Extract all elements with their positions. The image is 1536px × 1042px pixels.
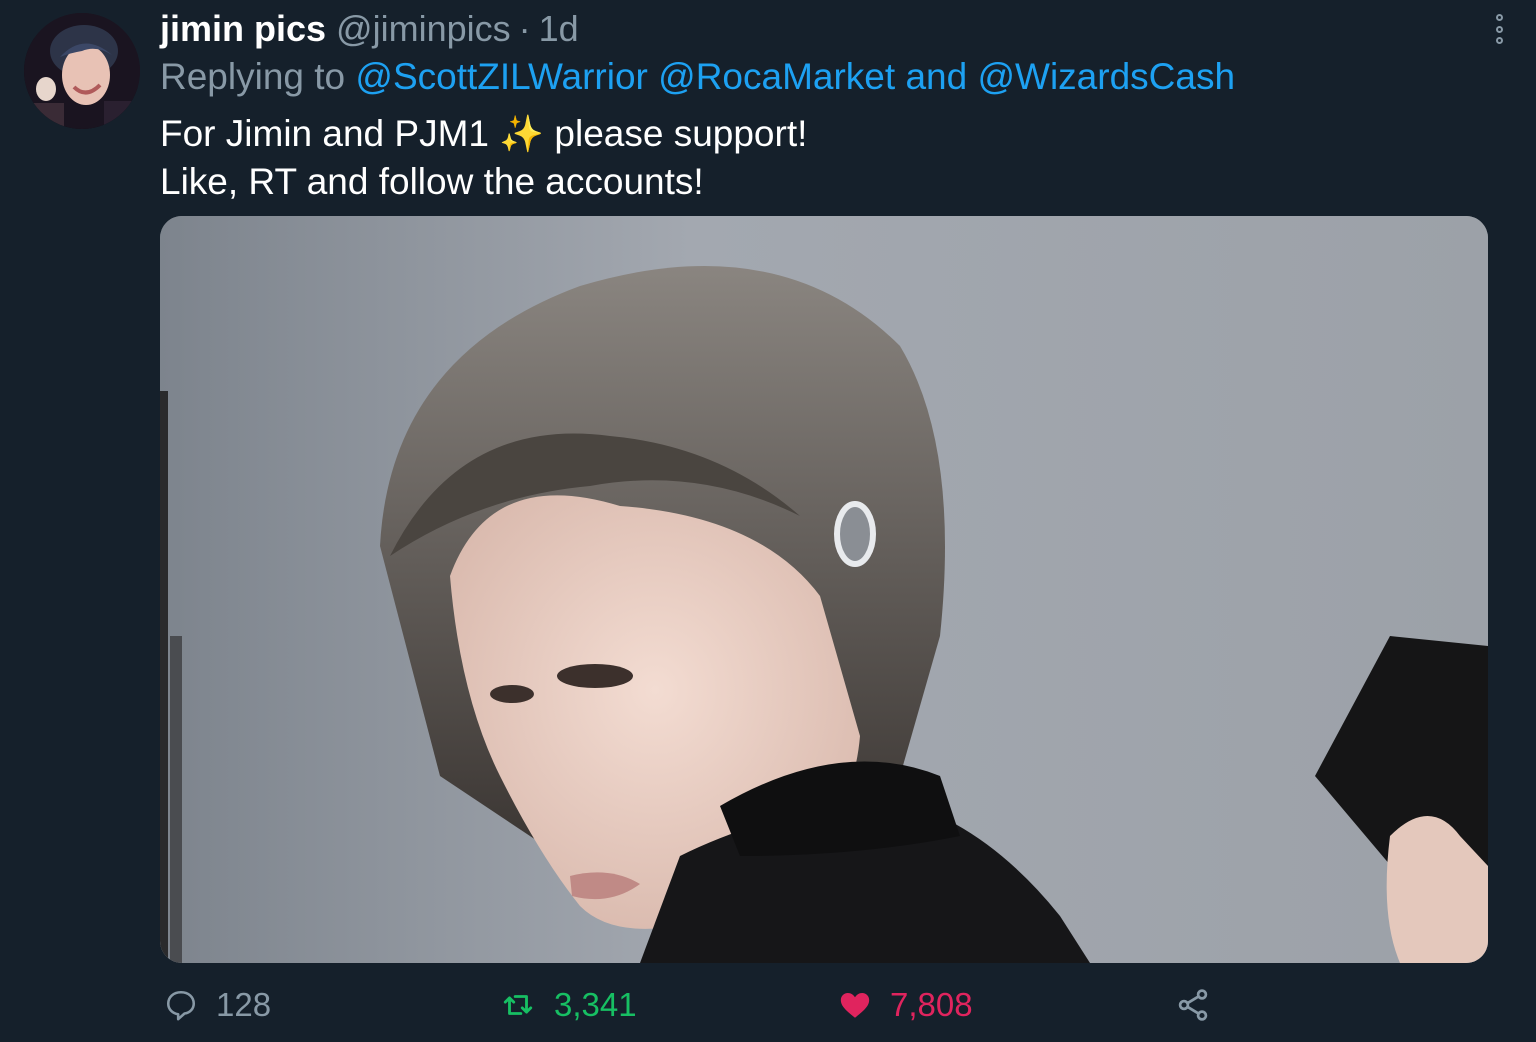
sparkles-emoji-icon: ✨ bbox=[499, 113, 545, 154]
tweet: jimin pics @jiminpics · 1d Replying to @… bbox=[0, 0, 1536, 1042]
retweet-icon bbox=[503, 995, 533, 1015]
retweet-count: 3,341 bbox=[554, 986, 637, 1023]
retweet-button[interactable]: 3,341 bbox=[500, 980, 637, 1030]
tweet-text-line-1-start: For Jimin and PJM1 bbox=[160, 113, 489, 154]
tweet-text-line-1-end: please support! bbox=[554, 113, 808, 154]
tweet-actions: 128 3,341 7,808 bbox=[0, 980, 1536, 1030]
replying-to: Replying to @ScottZILWarrior @RocaMarket… bbox=[160, 56, 1235, 98]
separator-dot: · bbox=[518, 8, 531, 49]
photo-image bbox=[160, 216, 1488, 963]
mention-rocamarket[interactable]: @RocaMarket bbox=[658, 56, 895, 97]
mention-wizardscash[interactable]: @WizardsCash bbox=[977, 56, 1235, 97]
replying-to-conjunction: and bbox=[905, 56, 968, 97]
tweet-text-line-1: For Jimin and PJM1 ✨ please support! bbox=[160, 110, 807, 158]
avatar[interactable] bbox=[24, 13, 140, 129]
timestamp[interactable]: 1d bbox=[539, 8, 579, 50]
tweet-text: For Jimin and PJM1 ✨ please support! Lik… bbox=[160, 110, 807, 206]
heart-icon bbox=[840, 992, 870, 1018]
share-icon bbox=[1178, 989, 1208, 1021]
share-button[interactable] bbox=[1175, 980, 1211, 1030]
mention-scottzilwarrior[interactable]: @ScottZILWarrior bbox=[355, 56, 647, 97]
display-name[interactable]: jimin pics bbox=[160, 8, 326, 50]
tweet-text-line-2: Like, RT and follow the accounts! bbox=[160, 161, 704, 202]
like-button[interactable]: 7,808 bbox=[838, 980, 973, 1030]
reply-icon bbox=[166, 990, 196, 1021]
reply-button[interactable]: 128 bbox=[164, 980, 271, 1030]
reply-count: 128 bbox=[216, 986, 272, 1023]
like-count: 7,808 bbox=[890, 986, 973, 1023]
tweet-photo[interactable] bbox=[160, 216, 1488, 963]
replying-to-label: Replying to bbox=[160, 56, 346, 97]
tweet-header: jimin pics @jiminpics · 1d bbox=[160, 8, 579, 50]
user-handle[interactable]: @jiminpics bbox=[336, 8, 511, 50]
more-options-icon[interactable] bbox=[1492, 14, 1506, 44]
avatar-image bbox=[24, 13, 140, 129]
